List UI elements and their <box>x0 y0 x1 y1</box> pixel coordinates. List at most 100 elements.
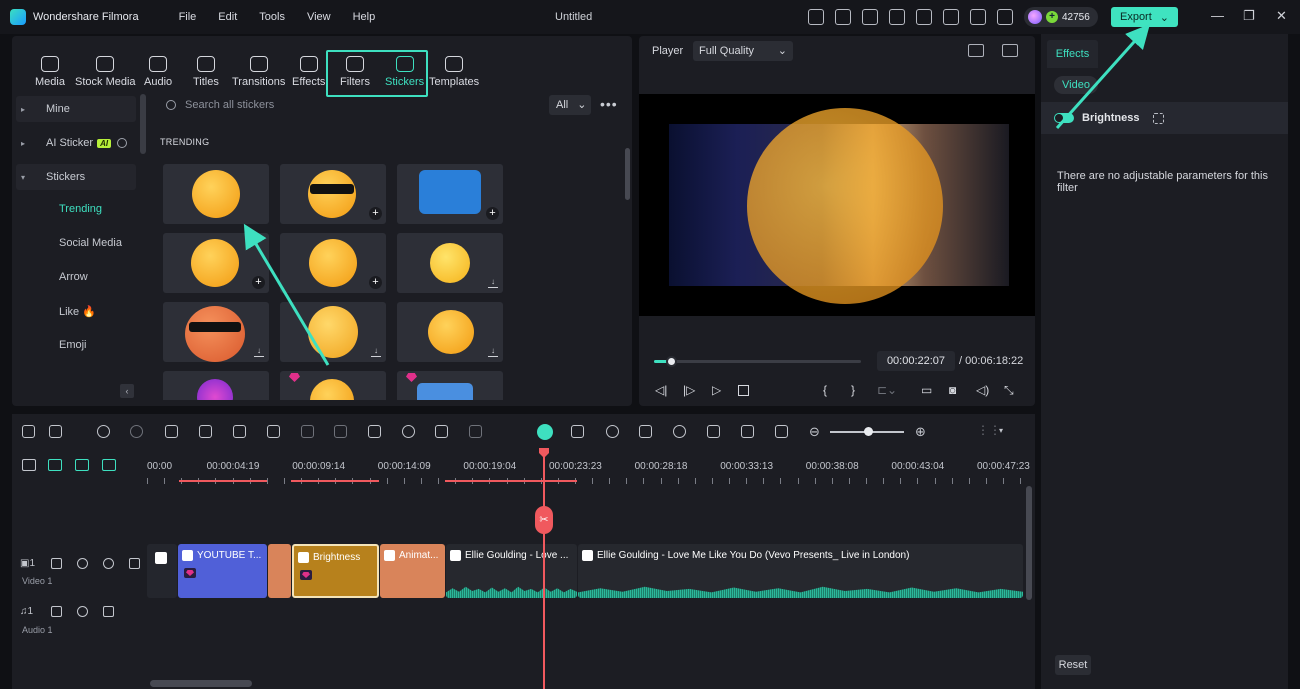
tree-item-ai-sticker[interactable]: ▸ AI Sticker AI <box>16 130 136 156</box>
layout-icon[interactable] <box>22 425 35 438</box>
redo-icon[interactable] <box>130 425 143 438</box>
download-icon[interactable]: ↓ <box>371 347 381 357</box>
color-icon[interactable] <box>301 425 314 438</box>
clip-youtube-title[interactable]: YOUTUBE T... <box>178 544 267 598</box>
help-icon[interactable] <box>117 138 128 148</box>
gift-icon[interactable] <box>808 9 824 25</box>
zoom-knob[interactable] <box>864 427 873 436</box>
tab-stock-media[interactable]: Stock Media <box>72 44 139 88</box>
clip-brightness[interactable]: Brightness <box>292 544 379 598</box>
filter-row[interactable]: Brightness <box>1041 102 1288 134</box>
overlay-emoji-sticker[interactable] <box>747 108 943 304</box>
mask-icon[interactable] <box>1153 112 1165 124</box>
auto-beat-icon[interactable] <box>606 425 619 438</box>
render-icon[interactable] <box>741 425 754 438</box>
add-icon[interactable]: + <box>486 207 499 220</box>
snap-magnet-icon[interactable] <box>102 459 116 471</box>
tree-sub-arrow[interactable]: Arrow <box>59 271 88 283</box>
microphone-icon[interactable] <box>673 425 686 438</box>
subtitle-icon[interactable] <box>469 425 482 438</box>
zoom-in-icon[interactable]: ⊕ <box>915 424 926 440</box>
marker-icon[interactable]: ⊏⌄ <box>877 383 897 397</box>
search-input[interactable]: Search all stickers <box>185 99 274 111</box>
sticker-tile[interactable]: ↓ <box>397 302 503 362</box>
eye-icon[interactable] <box>103 558 114 569</box>
snapshot-image-icon[interactable] <box>1002 44 1018 57</box>
sticker-tile[interactable]: + <box>397 164 503 224</box>
sticker-tile[interactable] <box>397 371 503 400</box>
tab-templates[interactable]: Templates <box>426 44 482 88</box>
timeline-horizontal-scrollbar[interactable] <box>150 680 252 687</box>
tasks-icon[interactable] <box>862 9 878 25</box>
mark-in-icon[interactable]: { <box>823 383 827 397</box>
collapse-sidebar-button[interactable]: ‹ <box>120 384 134 398</box>
menu-help[interactable]: Help <box>353 11 376 23</box>
sticker-tile[interactable]: + <box>280 164 386 224</box>
delete-icon[interactable] <box>165 425 178 438</box>
playhead[interactable] <box>543 448 545 689</box>
subtab-video[interactable]: Video <box>1054 76 1098 94</box>
menu-view[interactable]: View <box>307 11 331 23</box>
ai-copilot-icon[interactable] <box>537 424 553 440</box>
timeline-vertical-scrollbar[interactable] <box>1026 486 1032 600</box>
filter-toggle[interactable] <box>1054 113 1074 123</box>
time-ruler[interactable]: 00:00 00:00:04:19 00:00:09:14 00:00:14:09 00… <box>147 456 1030 484</box>
clip-sticker[interactable] <box>268 544 291 598</box>
cut-icon[interactable] <box>199 425 212 438</box>
download-icon[interactable]: ↓ <box>488 278 498 288</box>
lock-icon[interactable] <box>103 606 114 617</box>
sticker-tile[interactable]: ↓ <box>280 302 386 362</box>
add-track-icon[interactable] <box>22 459 36 471</box>
quality-select[interactable]: Full Quality ⌄ <box>693 41 793 61</box>
filter-select[interactable]: All ⌄ <box>549 95 591 115</box>
current-time[interactable]: 00:00:22:07 <box>877 351 955 371</box>
sticker-tile[interactable]: ↓ <box>163 302 269 362</box>
drag-handle-icon[interactable]: ⋮⋮ <box>977 423 1001 437</box>
sticker-tile[interactable]: + <box>163 233 269 293</box>
snap-icon[interactable] <box>775 425 788 438</box>
link-track-icon[interactable] <box>48 459 62 471</box>
download-icon[interactable]: ↓ <box>254 347 264 357</box>
folder-icon[interactable] <box>51 606 62 617</box>
camera-icon[interactable]: ◙ <box>949 383 956 397</box>
scissors-icon[interactable]: ✂ <box>535 506 553 534</box>
ai-tool-icon[interactable] <box>368 425 381 438</box>
group-icon[interactable] <box>334 425 347 438</box>
tab-media[interactable]: Media <box>32 44 68 88</box>
zoom-out-icon[interactable]: ⊖ <box>809 424 820 440</box>
sticker-scrollbar[interactable] <box>625 148 630 200</box>
mute-icon[interactable] <box>77 606 88 617</box>
fullscreen-icon[interactable]: ⤡ <box>1004 383 1014 398</box>
volume-icon[interactable]: ◁) <box>976 383 989 397</box>
add-icon[interactable]: + <box>252 276 265 289</box>
add-effect-icon[interactable] <box>571 425 584 438</box>
more-options-icon[interactable]: ••• <box>600 96 618 112</box>
tree-sub-social-media[interactable]: Social Media <box>59 237 122 249</box>
tab-titles[interactable]: Titles <box>190 44 222 88</box>
tree-sub-trending[interactable]: Trending <box>59 203 102 215</box>
lock-icon[interactable] <box>129 558 140 569</box>
add-icon[interactable]: + <box>369 276 382 289</box>
chevron-down-icon[interactable]: ▾ <box>999 426 1003 435</box>
maximize-icon[interactable]: ❐ <box>1243 8 1255 24</box>
crop-icon[interactable] <box>267 425 280 438</box>
prev-frame-icon[interactable]: ◁| <box>655 383 667 397</box>
close-icon[interactable]: ✕ <box>1276 8 1287 24</box>
progress-knob[interactable] <box>665 356 677 367</box>
undo-icon[interactable] <box>97 425 110 438</box>
sticker-tile[interactable]: + <box>280 233 386 293</box>
save-icon[interactable] <box>916 9 932 25</box>
tree-sub-emoji[interactable]: Emoji <box>59 339 87 351</box>
sticker-tile[interactable] <box>280 371 386 400</box>
tab-transitions[interactable]: Transitions <box>229 44 288 88</box>
layout-grid-icon[interactable] <box>968 44 984 57</box>
speed-icon[interactable] <box>402 425 415 438</box>
send-icon[interactable] <box>835 9 851 25</box>
clip-ellie-1[interactable]: Ellie Goulding - Love ... <box>446 544 577 598</box>
sticker-search[interactable]: Search all stickers <box>162 94 542 116</box>
reset-button[interactable]: Reset <box>1055 655 1091 675</box>
tab-effects[interactable]: Effects <box>289 44 328 88</box>
support-icon[interactable] <box>970 9 986 25</box>
sticker-tile[interactable]: ↓ <box>397 233 503 293</box>
avatar[interactable] <box>1028 10 1042 24</box>
